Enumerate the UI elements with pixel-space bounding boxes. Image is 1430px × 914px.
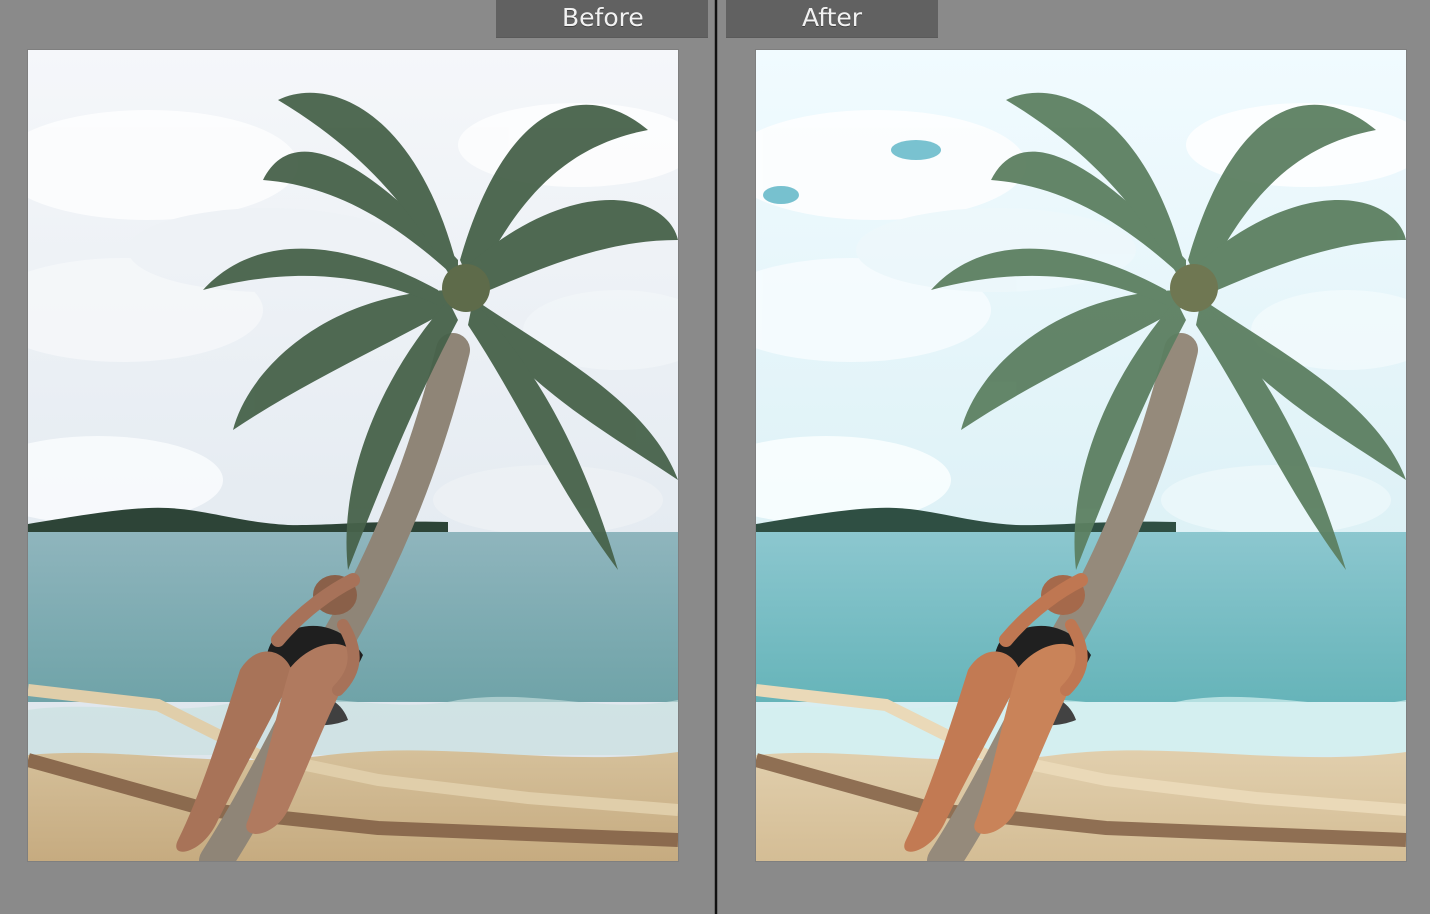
before-after-comparison-view: Before After (0, 0, 1430, 914)
before-label: Before (496, 0, 708, 38)
coconut-cluster (442, 264, 490, 312)
blue-sky-patch (763, 186, 799, 204)
before-pane: Before (0, 0, 714, 914)
after-pane: After (718, 0, 1430, 914)
after-photo[interactable] (756, 50, 1406, 861)
before-beach-image (28, 50, 678, 861)
before-photo[interactable] (28, 50, 678, 861)
coconut-cluster (1170, 264, 1218, 312)
after-beach-image (756, 50, 1406, 861)
after-label: After (726, 0, 938, 38)
blue-sky-patch (891, 140, 941, 160)
